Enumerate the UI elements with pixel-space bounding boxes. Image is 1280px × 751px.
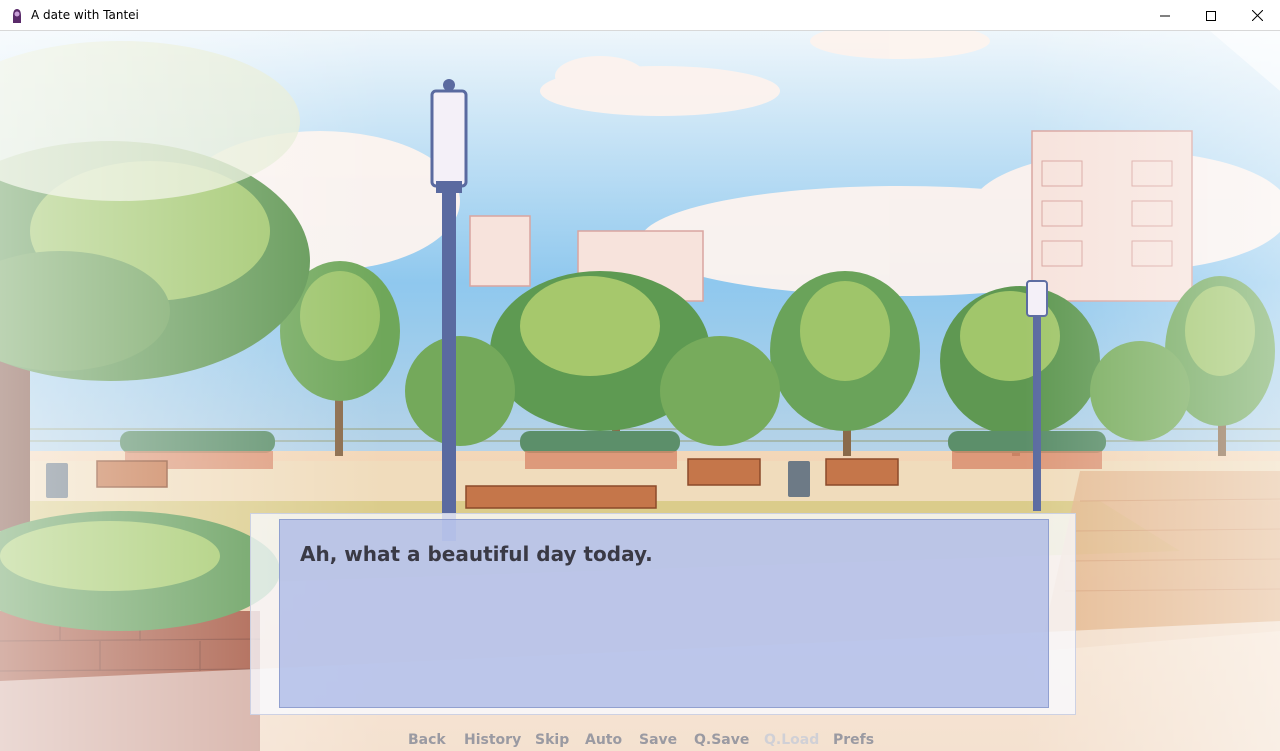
quick-menu-save-button[interactable]: Save bbox=[639, 732, 677, 748]
close-icon bbox=[1251, 6, 1263, 25]
maximize-button[interactable] bbox=[1188, 0, 1234, 31]
maximize-icon bbox=[1206, 6, 1216, 25]
app-icon bbox=[10, 8, 24, 24]
quick-menu-qsave-button[interactable]: Q.Save bbox=[694, 732, 749, 748]
minimize-button[interactable] bbox=[1142, 0, 1188, 31]
quick-menu-prefs-button[interactable]: Prefs bbox=[833, 732, 874, 748]
dialogue-text: Ah, what a beautiful day today. bbox=[300, 542, 653, 566]
quick-menu-auto-button[interactable]: Auto bbox=[585, 732, 622, 748]
minimize-icon bbox=[1160, 6, 1170, 25]
quick-menu-back-button[interactable]: Back bbox=[408, 732, 446, 748]
quick-menu-history-button[interactable]: History bbox=[464, 732, 521, 748]
quick-menu-qload-button: Q.Load bbox=[764, 732, 820, 748]
quick-menu-skip-button[interactable]: Skip bbox=[535, 732, 569, 748]
close-button[interactable] bbox=[1234, 0, 1280, 31]
window-titlebar[interactable]: A date with Tantei bbox=[0, 0, 1280, 31]
game-viewport[interactable]: Ah, what a beautiful day today. Back His… bbox=[0, 31, 1280, 751]
quick-menu: Back History Skip Auto Save Q.Save Q.Loa… bbox=[0, 731, 1280, 751]
window-title: A date with Tantei bbox=[31, 8, 139, 22]
